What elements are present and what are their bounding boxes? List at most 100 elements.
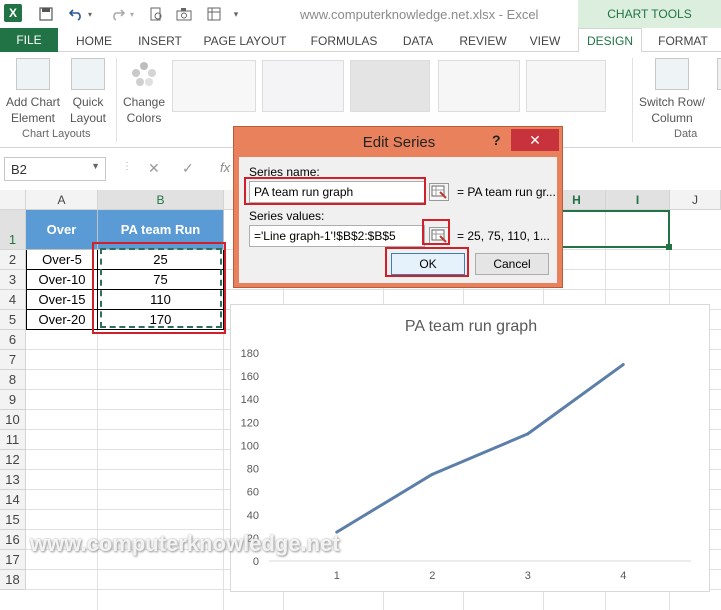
switch-row-column-label-2: Column bbox=[651, 111, 693, 125]
add-chart-element-label-2: Element bbox=[10, 111, 56, 125]
row-header-16[interactable]: 16 bbox=[0, 530, 26, 550]
save-icon[interactable] bbox=[36, 4, 56, 24]
tab-page-layout[interactable]: PAGE LAYOUT bbox=[198, 31, 292, 51]
row-header-3[interactable]: 3 bbox=[0, 270, 26, 290]
chart-style-4[interactable] bbox=[438, 60, 520, 112]
y-tick-label: 80 bbox=[247, 464, 259, 476]
chart-style-1[interactable] bbox=[172, 60, 256, 112]
series-name-highlight-box bbox=[244, 177, 426, 205]
select-data-button[interactable] bbox=[712, 58, 721, 94]
row-header-9[interactable]: 9 bbox=[0, 390, 26, 410]
x-tick-label: 3 bbox=[525, 570, 531, 582]
row-header-4[interactable]: 4 bbox=[0, 290, 26, 310]
row-header-11[interactable]: 11 bbox=[0, 430, 26, 450]
redo-dropdown-icon[interactable]: ▾ bbox=[126, 4, 138, 24]
window-title: www.computerknowledge.net.xlsx - Excel bbox=[300, 7, 539, 22]
quick-layout-icon bbox=[71, 58, 105, 90]
add-chart-element-button[interactable]: Add Chart Element bbox=[4, 58, 62, 126]
column-header-a[interactable]: A bbox=[26, 190, 98, 210]
range-select-icon[interactable] bbox=[429, 183, 449, 201]
table-cell[interactable]: Over-10 bbox=[26, 270, 98, 290]
ok-button-highlight-box bbox=[385, 247, 469, 277]
range-button-highlight-box bbox=[422, 219, 450, 245]
select-all-corner[interactable] bbox=[0, 190, 26, 210]
row-header-10[interactable]: 10 bbox=[0, 410, 26, 430]
customize-qat-icon[interactable]: ▾ bbox=[230, 4, 242, 24]
undo-dropdown-icon[interactable]: ▾ bbox=[84, 4, 96, 24]
row-header-15[interactable]: 15 bbox=[0, 510, 26, 530]
y-tick-label: 0 bbox=[253, 556, 259, 568]
help-icon[interactable]: ? bbox=[492, 132, 501, 148]
data-group-label: Data bbox=[674, 128, 698, 140]
series-values-input[interactable]: ='Line graph-1'!$B$2:$B$5 bbox=[249, 225, 425, 247]
tab-home[interactable]: HOME bbox=[66, 31, 122, 51]
y-tick-label: 120 bbox=[241, 417, 259, 429]
y-tick-label: 180 bbox=[241, 348, 259, 360]
spreadsheet-icon[interactable] bbox=[204, 4, 224, 24]
tab-file[interactable]: FILE bbox=[0, 28, 58, 52]
camera-icon[interactable] bbox=[174, 4, 194, 24]
data-point[interactable] bbox=[430, 472, 434, 476]
switch-row-column-icon bbox=[655, 58, 689, 90]
close-icon: ✕ bbox=[529, 131, 541, 148]
cancel-entry-icon[interactable]: ✕ bbox=[148, 160, 160, 177]
change-colors-button[interactable]: Change Colors bbox=[120, 58, 168, 126]
excel-logo-icon[interactable]: X bbox=[4, 4, 22, 22]
tab-data[interactable]: DATA bbox=[394, 31, 442, 51]
title-bar: X ▾ ▾ ▾ www.computerknowledge.net.xlsx -… bbox=[0, 0, 721, 28]
quick-layout-button[interactable]: Quick Layout bbox=[64, 58, 112, 126]
chart-tools-header: CHART TOOLS bbox=[578, 0, 721, 28]
series-name-preview: = PA team run gr... bbox=[457, 185, 556, 199]
add-chart-element-icon bbox=[16, 58, 50, 90]
add-chart-element-label-1: Add Chart bbox=[5, 95, 61, 109]
chart-layouts-group-label: Chart Layouts bbox=[22, 128, 91, 140]
row-header-1[interactable]: 1 bbox=[0, 210, 26, 250]
chart-style-3[interactable] bbox=[350, 60, 430, 112]
row-header-13[interactable]: 13 bbox=[0, 470, 26, 490]
row-header-17[interactable]: 17 bbox=[0, 550, 26, 570]
table-cell[interactable]: Over-15 bbox=[26, 290, 98, 310]
column-header-b[interactable]: B bbox=[98, 190, 224, 210]
formula-bar-dots-icon: ⋮ bbox=[122, 161, 132, 172]
series-line[interactable] bbox=[335, 363, 625, 534]
header-cell-over[interactable]: Over bbox=[26, 210, 98, 250]
row-header-8[interactable]: 8 bbox=[0, 370, 26, 390]
data-point[interactable] bbox=[526, 432, 530, 436]
cancel-button[interactable]: Cancel bbox=[475, 253, 549, 275]
row-header-5[interactable]: 5 bbox=[0, 310, 26, 330]
row-header-7[interactable]: 7 bbox=[0, 350, 26, 370]
close-button[interactable]: ✕ bbox=[511, 129, 559, 151]
selection-range-outline bbox=[548, 210, 670, 248]
tab-view[interactable]: VIEW bbox=[522, 31, 568, 51]
data-point[interactable] bbox=[621, 363, 625, 367]
tab-insert[interactable]: INSERT bbox=[132, 31, 188, 51]
table-cell[interactable]: Over-20 bbox=[26, 310, 98, 330]
switch-row-column-button[interactable]: Switch Row/ Column bbox=[636, 58, 708, 126]
column-header-i[interactable]: I bbox=[606, 190, 670, 210]
row-header-14[interactable]: 14 bbox=[0, 490, 26, 510]
redo-icon[interactable] bbox=[108, 4, 128, 24]
tab-formulas[interactable]: FORMULAS bbox=[304, 31, 384, 51]
row-header-2[interactable]: 2 bbox=[0, 250, 26, 270]
change-colors-label-2: Colors bbox=[126, 111, 162, 125]
chart-style-5[interactable] bbox=[526, 60, 606, 112]
fill-handle[interactable] bbox=[666, 244, 672, 250]
chevron-down-icon[interactable]: ▼ bbox=[91, 161, 100, 171]
tab-format[interactable]: FORMAT bbox=[650, 31, 716, 51]
tab-design[interactable]: DESIGN bbox=[578, 28, 642, 53]
row-header-12[interactable]: 12 bbox=[0, 450, 26, 470]
name-box[interactable]: B2 ▼ bbox=[4, 157, 106, 181]
print-preview-icon[interactable] bbox=[146, 4, 166, 24]
row-header-18[interactable]: 18 bbox=[0, 570, 26, 590]
x-axis-ticks: 1 2 3 4 bbox=[334, 570, 627, 582]
undo-icon[interactable] bbox=[66, 4, 86, 24]
table-cell[interactable]: Over-5 bbox=[26, 250, 98, 270]
confirm-entry-icon[interactable]: ✓ bbox=[182, 160, 194, 177]
row-header-6[interactable]: 6 bbox=[0, 330, 26, 350]
column-header-j[interactable]: J bbox=[670, 190, 721, 210]
chart-style-2[interactable] bbox=[262, 60, 344, 112]
tab-review[interactable]: REVIEW bbox=[452, 31, 514, 51]
chart-title[interactable]: PA team run graph bbox=[405, 318, 537, 335]
x-tick-label: 1 bbox=[334, 570, 340, 582]
insert-function-icon[interactable]: fx bbox=[220, 160, 230, 175]
